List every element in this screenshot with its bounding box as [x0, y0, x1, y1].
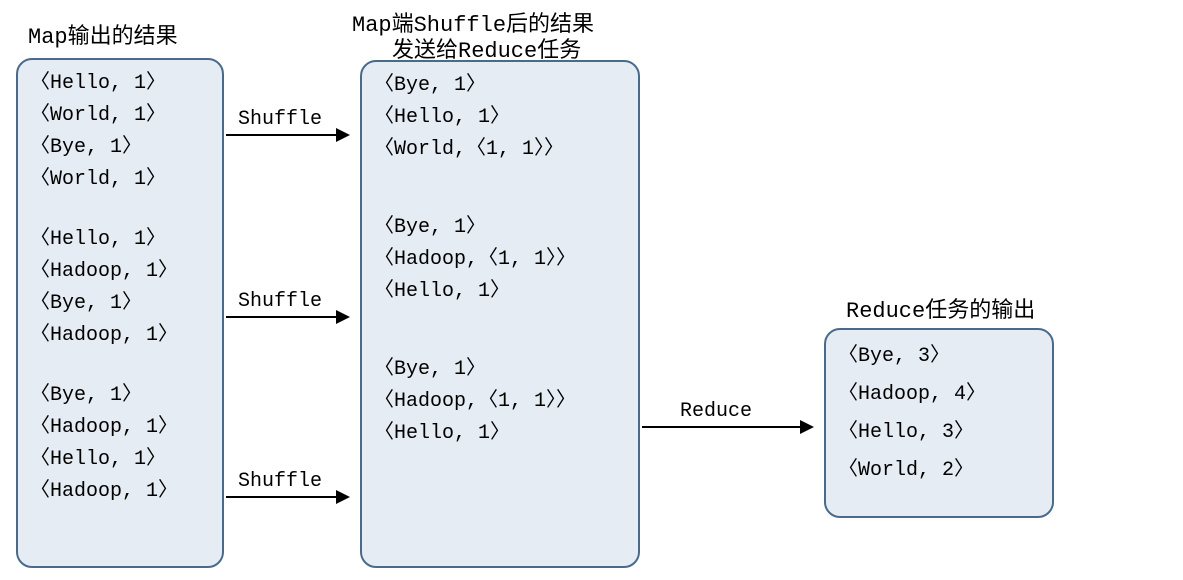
shuffle-line: 〈Bye, 1〉	[374, 212, 626, 244]
map-group-1: 〈Hello, 1〉 〈Hadoop, 1〉 〈Bye, 1〉 〈Hadoop,…	[30, 224, 210, 352]
arrow-reduce-label: Reduce	[680, 400, 752, 423]
arrow-shuffle-2-label: Shuffle	[238, 290, 322, 313]
arrow-reduce	[642, 426, 812, 428]
map-line: 〈Bye, 1〉	[30, 288, 210, 320]
reduce-line: 〈World, 2〉	[838, 452, 1040, 490]
shuffle-line: 〈Hello, 1〉	[374, 418, 626, 450]
map-line: 〈World, 1〉	[30, 164, 210, 196]
shuffle-line: 〈World,〈1, 1〉〉	[374, 134, 626, 166]
map-line: 〈Hadoop, 1〉	[30, 476, 210, 508]
map-line: 〈Hello, 1〉	[30, 224, 210, 256]
map-group-0: 〈Hello, 1〉 〈World, 1〉 〈Bye, 1〉 〈World, 1…	[30, 68, 210, 196]
reduce-output-box: 〈Bye, 3〉 〈Hadoop, 4〉 〈Hello, 3〉 〈World, …	[824, 328, 1054, 518]
reduce-line: 〈Hadoop, 4〉	[838, 376, 1040, 414]
arrow-shuffle-3-label: Shuffle	[238, 470, 322, 493]
map-line: 〈Hadoop, 1〉	[30, 412, 210, 444]
shuffle-line: 〈Hadoop,〈1, 1〉〉	[374, 386, 626, 418]
map-line: 〈Hello, 1〉	[30, 444, 210, 476]
arrow-shuffle-1-label: Shuffle	[238, 108, 322, 131]
map-output-box: 〈Hello, 1〉 〈World, 1〉 〈Bye, 1〉 〈World, 1…	[16, 58, 224, 568]
map-line: 〈Hello, 1〉	[30, 68, 210, 100]
reduce-line: 〈Bye, 3〉	[838, 338, 1040, 376]
map-line: 〈Bye, 1〉	[30, 132, 210, 164]
shuffle-group-1: 〈Bye, 1〉 〈Hadoop,〈1, 1〉〉 〈Hello, 1〉	[374, 212, 626, 308]
map-group-2: 〈Bye, 1〉 〈Hadoop, 1〉 〈Hello, 1〉 〈Hadoop,…	[30, 380, 210, 508]
title-reduce: Reduce任务的输出	[846, 292, 1035, 324]
arrow-shuffle-3	[226, 496, 348, 498]
arrow-shuffle-1	[226, 134, 348, 136]
shuffle-line: 〈Hadoop,〈1, 1〉〉	[374, 244, 626, 276]
shuffle-line: 〈Bye, 1〉	[374, 354, 626, 386]
title-map: Map输出的结果	[28, 18, 178, 50]
shuffle-line: 〈Hello, 1〉	[374, 276, 626, 308]
map-line: 〈Bye, 1〉	[30, 380, 210, 412]
shuffle-line: 〈Bye, 1〉	[374, 70, 626, 102]
map-line: 〈Hadoop, 1〉	[30, 256, 210, 288]
shuffle-group-2: 〈Bye, 1〉 〈Hadoop,〈1, 1〉〉 〈Hello, 1〉	[374, 354, 626, 450]
map-line: 〈World, 1〉	[30, 100, 210, 132]
map-line: 〈Hadoop, 1〉	[30, 320, 210, 352]
shuffle-line: 〈Hello, 1〉	[374, 102, 626, 134]
reduce-line: 〈Hello, 3〉	[838, 414, 1040, 452]
shuffle-output-box: 〈Bye, 1〉 〈Hello, 1〉 〈World,〈1, 1〉〉 〈Bye,…	[360, 60, 640, 568]
shuffle-group-0: 〈Bye, 1〉 〈Hello, 1〉 〈World,〈1, 1〉〉	[374, 70, 626, 166]
arrow-shuffle-2	[226, 316, 348, 318]
